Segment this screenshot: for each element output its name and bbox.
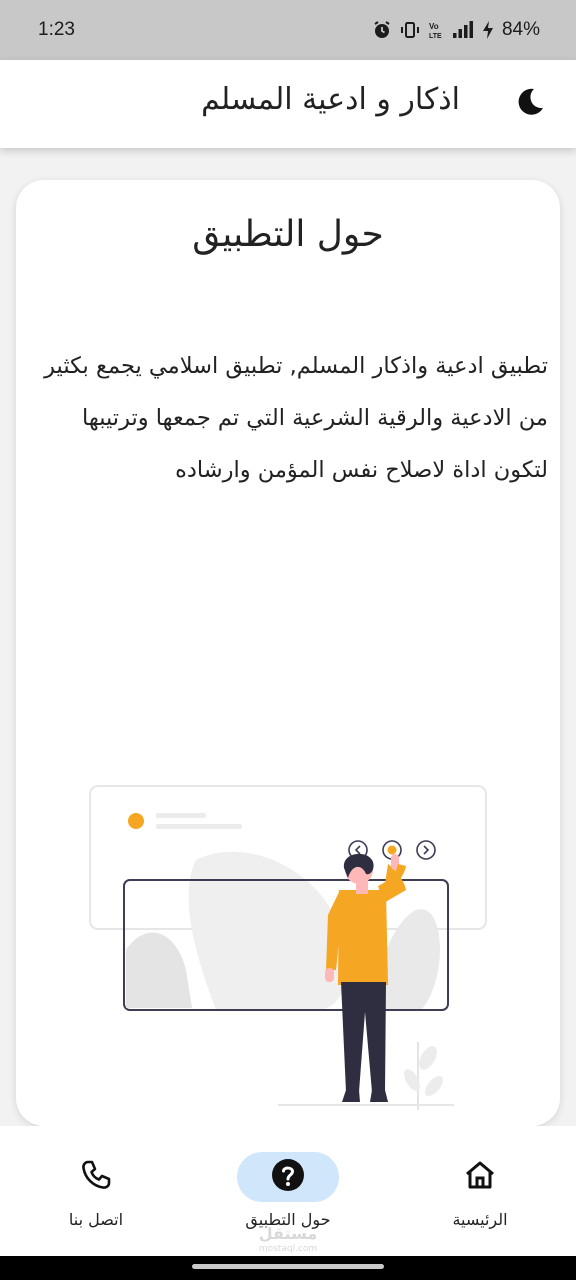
home-icon (463, 1159, 497, 1195)
home-indicator-handle[interactable] (192, 1264, 384, 1269)
about-card: حول التطبيق تطبيق ادعية واذكار المسلم, ت… (16, 180, 560, 1126)
phone-icon (80, 1159, 112, 1195)
nav-icon-wrap-about (237, 1152, 339, 1202)
about-description: تطبيق ادعية واذكار المسلم, تطبيق اسلامي … (44, 353, 548, 483)
about-title: حول التطبيق (192, 214, 384, 255)
app-title: اذكار و ادعية المسلم (201, 82, 460, 117)
status-time: 1:23 (38, 19, 75, 40)
watermark-logo: مستقل (258, 1224, 318, 1243)
alarm-icon (372, 20, 392, 40)
signal-icon (452, 21, 474, 39)
nav-icon-wrap-home (429, 1152, 531, 1202)
theme-toggle-button[interactable] (512, 86, 548, 122)
svg-text:Vo: Vo (429, 22, 439, 31)
gesture-navigation-bar (0, 1256, 576, 1280)
moon-icon (514, 86, 546, 122)
volte-icon: Vo LTE (428, 20, 444, 40)
charging-icon (482, 20, 494, 40)
question-icon (271, 1158, 305, 1196)
watermark-url: mostaql.com (258, 1244, 318, 1254)
app-bar: اذكار و ادعية المسلم (0, 60, 576, 148)
vibrate-icon (400, 20, 420, 40)
illustration (16, 780, 560, 1126)
nav-icon-wrap-contact (45, 1152, 147, 1202)
svg-text:LTE: LTE (429, 33, 442, 40)
battery-percentage: 84% (501, 19, 540, 40)
status-bar: 1:23 Vo LTE 84% (0, 0, 576, 60)
status-icons: Vo LTE 84% (372, 19, 540, 41)
